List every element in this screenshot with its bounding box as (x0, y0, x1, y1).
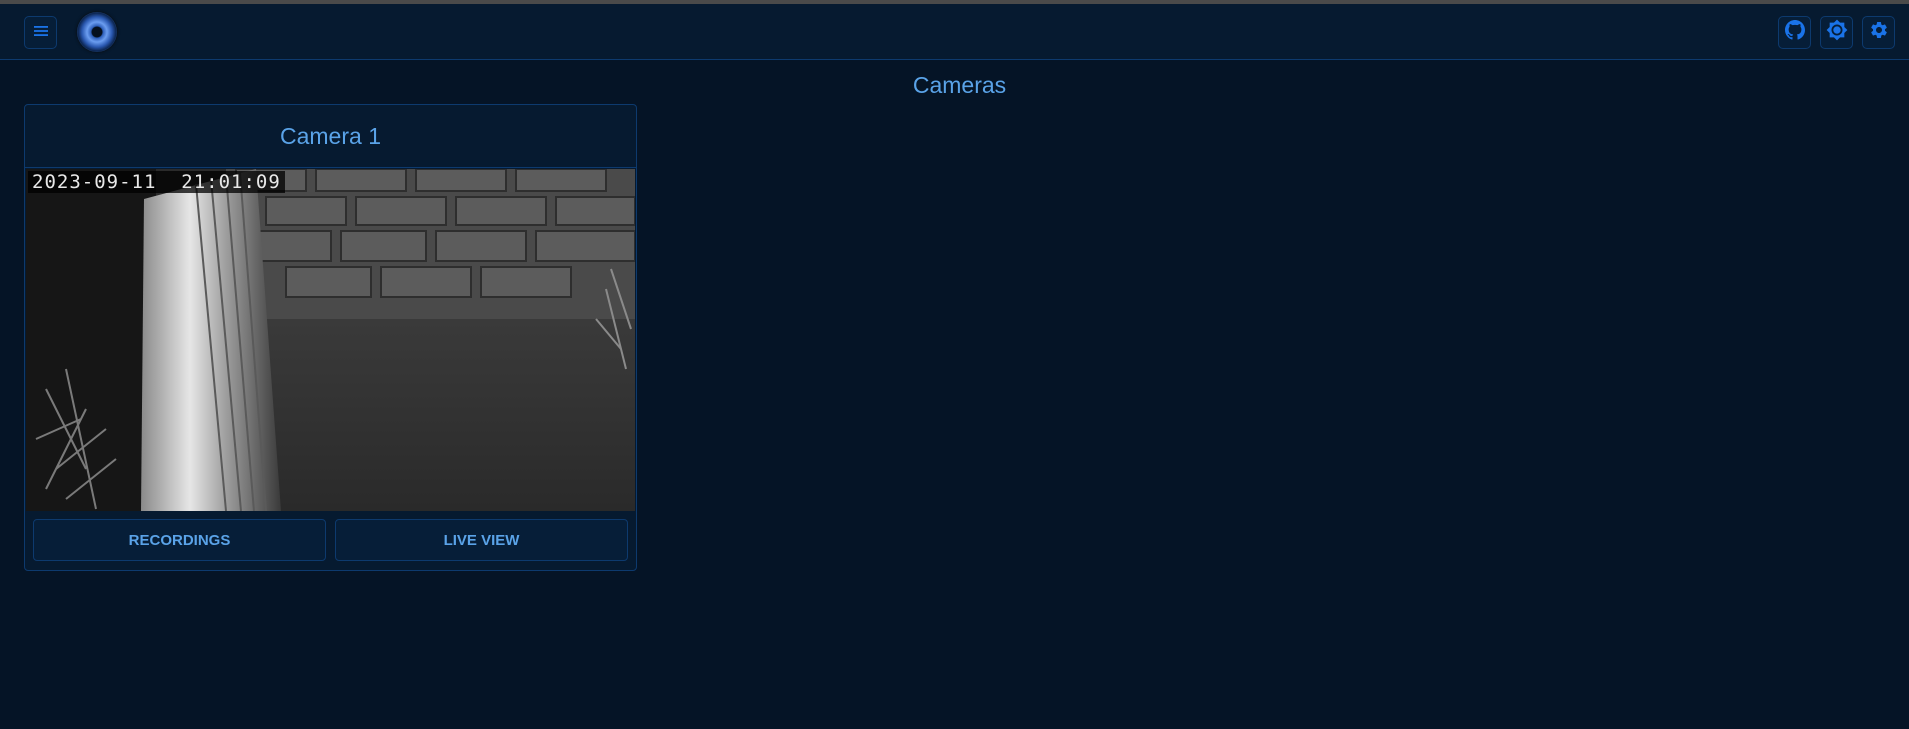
recordings-button[interactable]: RECORDINGS (33, 519, 326, 561)
app-logo[interactable] (77, 12, 117, 52)
camera-actions: RECORDINGS LIVE VIEW (25, 519, 636, 563)
settings-icon (1869, 20, 1889, 45)
page-title: Cameras (912, 72, 1007, 98)
github-icon (1784, 20, 1805, 45)
camera-card: Camera 1 2023-09-11 21:01:09 RECORDINGS … (24, 104, 637, 571)
snapshot-image (26, 169, 635, 511)
github-button[interactable] (1778, 16, 1811, 49)
camera-name: Camera 1 (25, 105, 636, 168)
theme-toggle-button[interactable] (1820, 16, 1853, 49)
menu-button[interactable] (24, 16, 57, 49)
camera-snapshot[interactable]: 2023-09-11 21:01:09 (26, 169, 635, 511)
settings-button[interactable] (1862, 16, 1895, 49)
snapshot-timestamp: 2023-09-11 21:01:09 (28, 171, 285, 193)
live-view-button[interactable]: LIVE VIEW (335, 519, 628, 561)
menu-icon (33, 24, 48, 42)
app-bar (0, 4, 1909, 60)
brightness-icon (1826, 19, 1848, 46)
